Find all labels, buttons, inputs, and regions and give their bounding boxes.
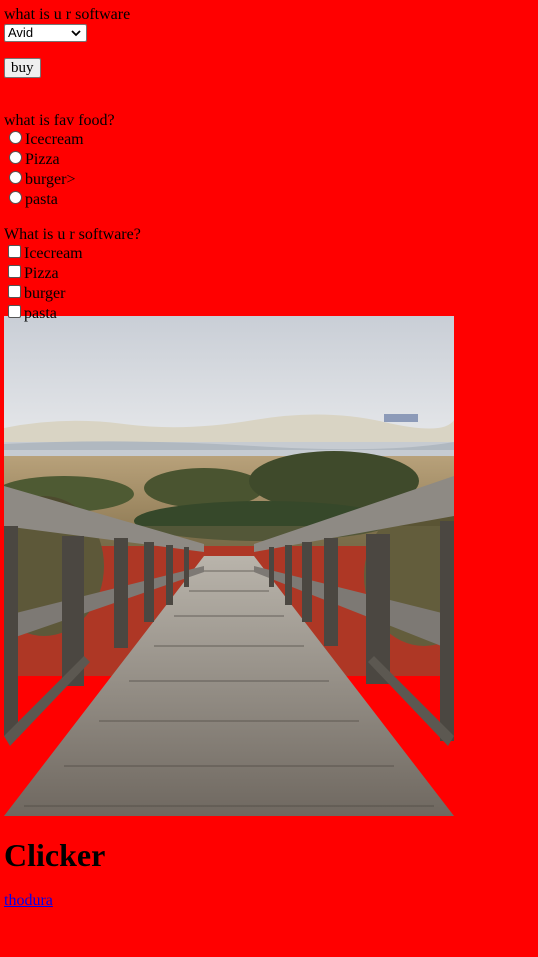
radio-button[interactable]	[9, 190, 22, 204]
checkbox[interactable]	[8, 284, 21, 298]
food-radio-group: Icecream Pizza burger> pasta	[4, 130, 538, 210]
thodura-link[interactable]: thodura	[4, 892, 53, 909]
page-content: what is u r software Avid buy what is fa…	[0, 0, 538, 910]
food-option-pasta[interactable]: pasta	[4, 190, 538, 210]
radio-button[interactable]	[9, 170, 22, 184]
software-checkbox-group: Icecream Pizza burger pasta	[4, 244, 538, 322]
radio-button[interactable]	[9, 130, 22, 144]
food-option-icecream[interactable]: Icecream	[4, 130, 538, 150]
checkbox[interactable]	[8, 244, 21, 258]
boardwalk-photo	[4, 316, 454, 816]
software-option-burger[interactable]: burger	[4, 284, 538, 304]
food-option-pizza[interactable]: Pizza	[4, 150, 538, 170]
checkbox[interactable]	[8, 304, 21, 318]
software-select[interactable]: Avid	[4, 24, 87, 42]
software-select-value: Avid	[8, 25, 34, 40]
chevron-down-icon	[71, 30, 81, 37]
radio-button[interactable]	[9, 150, 22, 164]
software-option-icecream[interactable]: Icecream	[4, 244, 538, 264]
food-option-burger[interactable]: burger>	[4, 170, 538, 190]
software-question-label: What is u r software?	[4, 226, 141, 243]
buy-button[interactable]: buy	[4, 58, 41, 78]
checkbox[interactable]	[8, 264, 21, 278]
software-option-pizza[interactable]: Pizza	[4, 264, 538, 284]
buy-row: buy	[4, 58, 538, 78]
software-label: what is u r software	[4, 6, 131, 23]
link-row: thodura	[4, 892, 538, 910]
food-question-label: what is fav food?	[4, 112, 115, 129]
page-heading: Clicker	[4, 837, 106, 873]
software-option-pasta[interactable]: pasta	[4, 304, 538, 322]
software-select-row: Avid	[4, 24, 538, 42]
